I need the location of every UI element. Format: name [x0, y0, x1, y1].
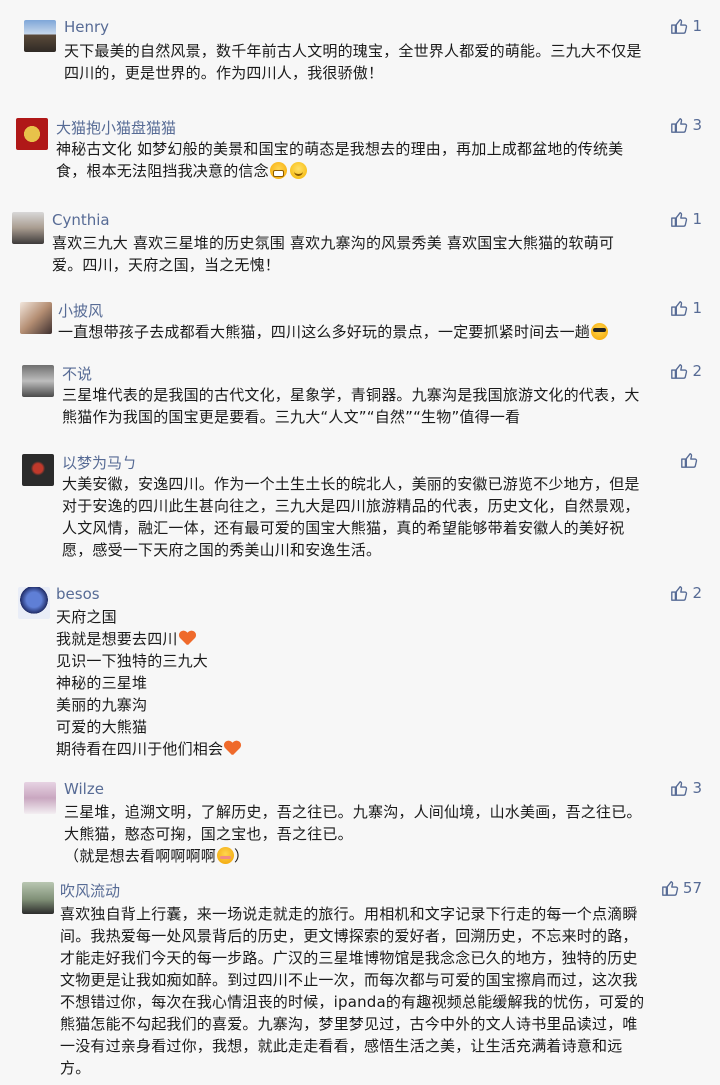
like-count: 2	[692, 362, 702, 380]
comment-line: 一直想带孩子去成都看大熊猫，四川这么多好玩的景点，一定要抓紧时间去一趟	[58, 321, 609, 343]
comment-text: 三星堆，追溯文明，了解历史，吾之往已。九寨沟，人间仙境，山水美画，吾之往已。 大…	[64, 801, 642, 867]
thumbs-up-icon	[680, 451, 698, 469]
comment-author[interactable]: Henry	[64, 18, 109, 36]
avatar[interactable]	[12, 212, 44, 244]
comment-line: 喜欢独自背上行囊，来一场说走就走的旅行。用相机和文字记录下行走的每一个点滴瞬	[60, 905, 638, 923]
comment-line-text: 食，根本无法阻挡我决意的信念	[56, 162, 269, 180]
avatar[interactable]	[20, 302, 52, 334]
thumbs-up-icon	[661, 879, 679, 897]
comment-line: 可爱的大熊猫	[56, 718, 148, 736]
comment-line: 方。	[60, 1059, 91, 1077]
comment-line: 一没有过亲身看过你，我想，就此走走看看，感悟生活之美，让生活充满着诗意和远	[60, 1037, 623, 1055]
comment-line: 愿，感受一下天府之国的秀美山川和安逸生活。	[62, 541, 382, 559]
smile-emoji-icon	[289, 162, 307, 179]
comment-line: 见识一下独特的三九大	[56, 652, 209, 670]
like-button[interactable]: 2	[670, 362, 702, 380]
avatar[interactable]	[16, 118, 48, 150]
avatar[interactable]	[24, 782, 56, 814]
comment-text: 天府之国 我就是想要去四川 见识一下独特的三九大 神秘的三星堆 美丽的九寨沟 可…	[56, 606, 241, 760]
like-count: 3	[692, 779, 702, 797]
comment-text: 三星堆代表的是我国的古代文化，星象学，青铜器。九寨沟是我国旅游文化的代表，大 熊…	[62, 384, 640, 428]
thumbs-up-icon	[670, 779, 688, 797]
comment-line: 不想错过你，每次在我心情沮丧的时候，ipanda的有趣视频总能缓解我的忧伤，可爱…	[60, 993, 645, 1011]
avatar[interactable]	[22, 365, 54, 397]
comment-line: 天府之国	[56, 608, 117, 626]
comment-author[interactable]: 以梦为马ㄅ	[62, 452, 137, 473]
avatar[interactable]	[22, 454, 54, 486]
heart-emoji-icon	[224, 741, 241, 756]
like-button[interactable]: 2	[670, 584, 702, 602]
blush-emoji-icon	[217, 847, 235, 864]
like-button[interactable]: 3	[670, 116, 702, 134]
like-count: 3	[692, 116, 702, 134]
comment-line: 四川的，更是世界的。作为四川人，我很骄傲！	[64, 64, 384, 82]
like-button[interactable]: 57	[661, 879, 702, 897]
comment-line: 人文风情，融汇一体，还有最可爱的国宝大熊猫，真的希望能够带着安徽人的美好祝	[62, 519, 625, 537]
thumbs-up-icon	[670, 116, 688, 134]
avatar[interactable]	[18, 587, 50, 619]
comment-author[interactable]: Cynthia	[52, 211, 110, 229]
like-count: 1	[692, 17, 702, 35]
comment-author[interactable]: 大猫抱小猫盘猫猫	[56, 117, 176, 138]
comment-line: 喜欢三九大 喜欢三星堆的历史氛围 喜欢九寨沟的风景秀美 喜欢国宝大熊猫的软萌可	[52, 234, 615, 252]
comment-line: 我就是想要去四川	[56, 628, 241, 650]
thumbs-up-icon	[670, 362, 688, 380]
comment-line: 期待看在四川于他们相会	[56, 738, 241, 760]
comment-line: 神秘的三星堆	[56, 674, 148, 692]
comment-line: 三星堆，追溯文明，了解历史，吾之往已。九寨沟，人间仙境，山水美画，吾之往已。	[64, 803, 642, 821]
comment-author[interactable]: Wilze	[64, 780, 104, 798]
comment-line: 食，根本无法阻挡我决意的信念	[56, 160, 623, 182]
comment-author[interactable]: 吹风流动	[60, 880, 120, 901]
comment-line: 文物更是让我如痴如醉。到过四川不止一次，而每次都与可爱的国宝擦肩而过，这次我	[60, 971, 638, 989]
comment-line: 爱。四川，天府之国，当之无愧！	[52, 256, 281, 274]
comment-line: 大熊猫，憨态可掬，国之宝也，吾之往已。	[64, 825, 353, 843]
like-button[interactable]: 1	[670, 210, 702, 228]
comment-author[interactable]: 不说	[62, 363, 92, 384]
like-button[interactable]: 3	[670, 779, 702, 797]
comment-line: 美丽的九寨沟	[56, 696, 148, 714]
like-button[interactable]: 1	[670, 299, 702, 317]
thumbs-up-icon	[670, 299, 688, 317]
comment-author[interactable]: 小披风	[58, 300, 103, 321]
comment-line-text: 我就是想要去四川	[56, 630, 178, 648]
comment-line: 三星堆代表的是我国的古代文化，星象学，青铜器。九寨沟是我国旅游文化的代表，大	[62, 386, 640, 404]
sunglasses-emoji-icon	[591, 323, 609, 340]
comment-line: 才能走好我们今天的每一步路。广汉的三星堆博物馆是我念念已久的地方，独特的历史	[60, 949, 638, 967]
comment-line: 熊猫作为我国的国宝更是要看。三九大“人文”“自然”“生物”值得一看	[62, 408, 521, 426]
comment-text: 喜欢三九大 喜欢三星堆的历史氛围 喜欢九寨沟的风景秀美 喜欢国宝大熊猫的软萌可 …	[52, 232, 614, 276]
comment-line-text: （就是想去看啊啊啊啊	[64, 847, 217, 865]
comment-text: 一直想带孩子去成都看大熊猫，四川这么多好玩的景点，一定要抓紧时间去一趟	[58, 321, 609, 343]
like-count: 57	[682, 879, 702, 897]
comment-line-text: 期待看在四川于他们相会	[56, 740, 224, 758]
comment-line-text: ）	[234, 847, 250, 865]
comment-text: 喜欢独自背上行囊，来一场说走就走的旅行。用相机和文字记录下行走的每一个点滴瞬 间…	[60, 903, 644, 1079]
comment-author[interactable]: besos	[56, 585, 100, 603]
comment-line: 间。我热爱每一处风景背后的历史，更文博探索的爱好者，回溯历史，不忘来时的路，	[60, 927, 638, 945]
comment-line: 大美安徽，安逸四川。作为一个土生土长的皖北人，美丽的安徽已游览不少地方，但是	[62, 475, 640, 493]
comment-line: 对于安逸的四川此生甚向往之，三九大是四川旅游精品的代表，历史文化，自然景观，	[62, 497, 640, 515]
grin-emoji-icon	[269, 162, 287, 179]
comment-text: 神秘古文化 如梦幻般的美景和国宝的萌态是我想去的理由，再加上成都盆地的传统美 食…	[56, 138, 623, 182]
comment-line-text: 一直想带孩子去成都看大熊猫，四川这么多好玩的景点，一定要抓紧时间去一趟	[58, 323, 591, 341]
comment-text: 天下最美的自然风景，数千年前古人文明的瑰宝，全世界人都爱的萌能。三九大不仅是 四…	[64, 40, 642, 84]
like-button[interactable]: 1	[670, 17, 702, 35]
thumbs-up-icon	[670, 210, 688, 228]
comment-line: （就是想去看啊啊啊啊 ）	[64, 845, 642, 867]
like-count: 1	[692, 210, 702, 228]
thumbs-up-icon	[670, 17, 688, 35]
avatar[interactable]	[24, 20, 56, 52]
comment-line: 神秘古文化 如梦幻般的美景和国宝的萌态是我想去的理由，再加上成都盆地的传统美	[56, 140, 624, 158]
comment-text: 大美安徽，安逸四川。作为一个土生土长的皖北人，美丽的安徽已游览不少地方，但是 对…	[62, 473, 640, 561]
thumbs-up-icon	[670, 584, 688, 602]
like-count: 1	[692, 299, 702, 317]
heart-emoji-icon	[179, 631, 196, 646]
like-count: 2	[692, 584, 702, 602]
comment-line: 熊猫怎能不勾起我们的喜爱。九寨沟，梦里梦见过，古今中外的文人诗书里品读过，唯	[60, 1015, 638, 1033]
avatar[interactable]	[22, 882, 54, 914]
comment-line: 天下最美的自然风景，数千年前古人文明的瑰宝，全世界人都爱的萌能。三九大不仅是	[64, 42, 642, 60]
like-button[interactable]	[680, 451, 702, 469]
